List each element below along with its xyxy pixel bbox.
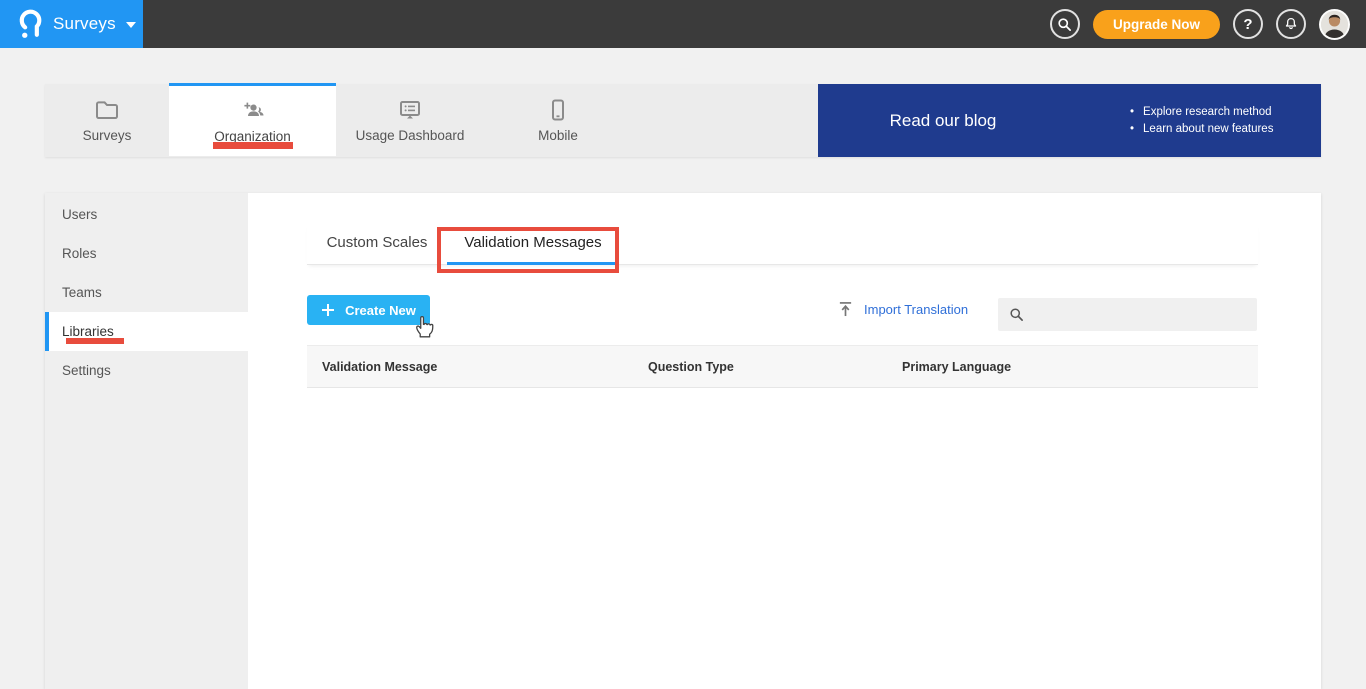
annotation-underline-libraries [66,338,124,344]
import-translation-link[interactable]: Import Translation [838,301,968,317]
plus-icon [322,304,335,316]
tab-validation-messages[interactable]: Validation Messages [447,223,619,265]
help-button[interactable]: ? [1233,9,1263,39]
import-translation-label: Import Translation [864,301,969,317]
product-switcher[interactable]: Surveys [0,0,143,48]
sidebar-item-teams[interactable]: Teams [45,273,248,312]
libraries-panel: Custom Scales Validation Messages Create… [248,193,1321,689]
nav-tab-mobile[interactable]: Mobile [484,84,632,157]
search-icon [1058,17,1072,31]
blog-promo-bullet: Learn about new features [1130,123,1273,135]
organization-sidebar: Users Roles Teams Libraries Settings [45,193,248,689]
nav-tab-label: Surveys [82,128,132,143]
avatar-photo [1321,10,1348,38]
sidebar-item-users[interactable]: Users [45,195,248,234]
questionpro-logo-icon [19,9,42,38]
top-bar-actions: Upgrade Now ? [1049,8,1366,40]
column-header-question-type: Question Type [648,359,734,374]
nav-tab-usage-dashboard[interactable]: Usage Dashboard [336,84,484,157]
notifications-button[interactable] [1276,9,1306,39]
module-nav: Surveys Organization Usage Dashboard Mob… [45,83,1321,157]
table-search[interactable] [998,298,1257,331]
question-mark-icon: ? [1243,15,1253,33]
nav-tab-label: Mobile [538,128,578,143]
chevron-down-icon [125,22,136,28]
blog-promo-bullets: Explore research method Learn about new … [1130,101,1273,140]
column-header-validation-message: Validation Message [322,359,438,374]
global-search-button[interactable] [1049,9,1080,39]
tab-custom-scales[interactable]: Custom Scales [307,223,447,265]
blog-promo-title: Read our blog [889,110,997,130]
mobile-icon [552,99,564,121]
page: Surveys Upgrade Now ? Surveys Organizati… [0,0,1366,689]
sidebar-item-roles[interactable]: Roles [45,234,248,273]
annotation-underline-organization [212,142,293,149]
dashboard-icon [400,101,420,119]
sidebar-item-libraries[interactable]: Libraries [45,312,248,351]
sidebar-item-label: Libraries [62,324,114,339]
top-bar: Surveys Upgrade Now ? [0,0,1366,48]
upgrade-now-button[interactable]: Upgrade Now [1092,9,1220,39]
nav-tab-label: Usage Dashboard [355,128,465,143]
upload-icon [839,302,852,317]
bell-icon [1285,18,1297,30]
cursor-pointer-icon [416,315,434,338]
column-header-primary-language: Primary Language [902,359,1012,374]
create-new-label: Create New [345,302,416,318]
add-users-icon [243,102,263,116]
library-tabs: Custom Scales Validation Messages [307,223,1258,273]
product-name: Surveys [53,14,116,33]
sidebar-item-settings[interactable]: Settings [45,351,248,390]
content-card: Users Roles Teams Libraries Settings Cus… [45,193,1321,689]
folder-icon [96,101,118,119]
search-icon [1010,308,1023,321]
validation-table-header: Validation Message Question Type Primary… [307,345,1258,388]
nav-tab-surveys[interactable]: Surveys [45,84,169,157]
search-input[interactable] [1033,307,1243,322]
nav-tab-organization[interactable]: Organization [169,83,336,156]
blog-promo-banner[interactable]: Read our blog Explore research method Le… [818,84,1321,157]
blog-promo-bullet: Explore research method [1130,106,1273,118]
user-avatar[interactable] [1319,8,1350,40]
